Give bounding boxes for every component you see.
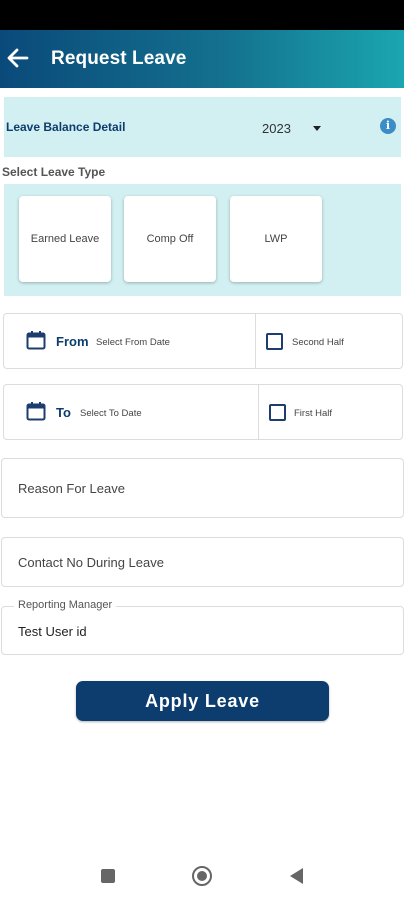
calendar-icon[interactable] (26, 330, 46, 350)
apply-leave-button[interactable]: Apply Leave (76, 681, 329, 721)
chevron-down-icon (312, 126, 321, 131)
first-half-label: First Half (294, 408, 332, 419)
home-icon[interactable] (192, 866, 212, 886)
leave-type-heading: Select Leave Type (2, 165, 106, 179)
recent-apps-icon[interactable] (101, 869, 115, 883)
leave-type-lwp[interactable]: LWP (230, 196, 322, 282)
to-date-input[interactable]: Select To Date (80, 408, 142, 419)
reporting-manager-label: Reporting Manager (14, 599, 117, 611)
reason-field[interactable]: Reason For Leave (1, 458, 404, 518)
second-half-label: Second Half (292, 337, 344, 348)
from-date-row: From Select From Date Second Half (3, 313, 403, 369)
info-icon[interactable]: i (380, 118, 396, 134)
reason-placeholder: Reason For Leave (18, 481, 125, 496)
contact-placeholder: Contact No During Leave (18, 555, 164, 570)
divider (255, 314, 256, 368)
status-bar (0, 0, 404, 30)
calendar-icon[interactable] (26, 401, 46, 421)
second-half-checkbox[interactable] (266, 333, 283, 350)
arrow-left-icon[interactable] (4, 44, 32, 72)
reporting-manager-value: Test User id (18, 624, 87, 639)
divider (258, 385, 259, 439)
back-icon[interactable] (290, 868, 303, 884)
leave-balance-panel: Leave Balance Detail 2023 i (4, 97, 401, 157)
year-dropdown[interactable]: 2023 (262, 121, 321, 136)
to-date-row: To Select To Date First Half (3, 384, 403, 440)
first-half-checkbox[interactable] (269, 404, 286, 421)
leave-type-earned-leave[interactable]: Earned Leave (19, 196, 111, 282)
from-date-input[interactable]: Select From Date (96, 337, 170, 348)
to-label: To (56, 405, 71, 420)
leave-balance-label: Leave Balance Detail (6, 120, 126, 134)
year-value: 2023 (262, 121, 291, 136)
leave-type-panel: Earned Leave Comp Off LWP (4, 184, 401, 296)
contact-field[interactable]: Contact No During Leave (1, 537, 404, 587)
reporting-manager-field[interactable]: Reporting Manager Test User id (1, 599, 404, 655)
page-title: Request Leave (51, 48, 187, 69)
leave-type-comp-off[interactable]: Comp Off (124, 196, 216, 282)
from-label: From (56, 334, 89, 349)
app-bar: Request Leave (0, 30, 404, 88)
